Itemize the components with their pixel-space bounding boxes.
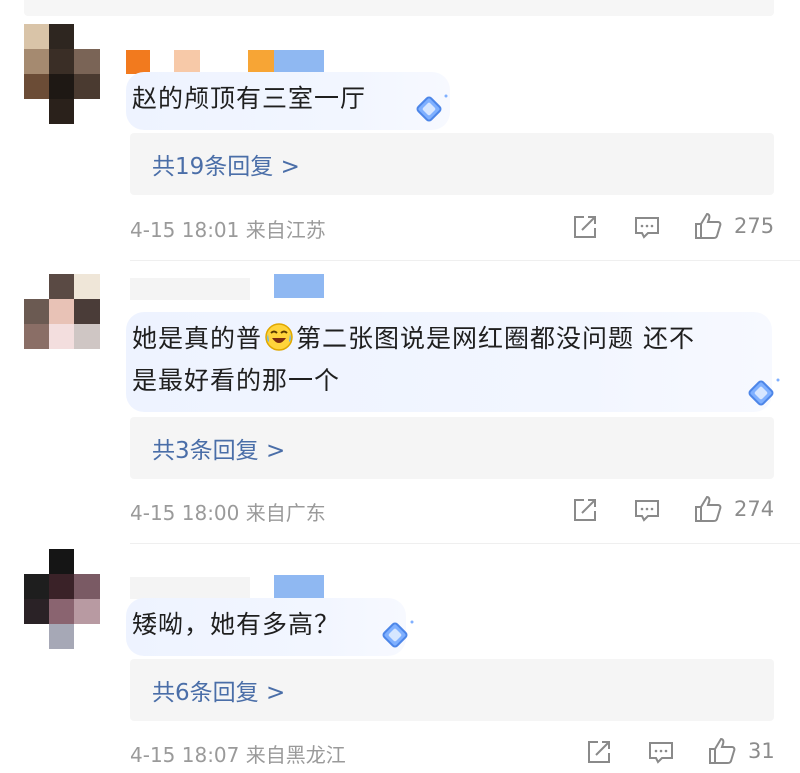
replies-label: 共6条回复 > — [152, 680, 286, 706]
comment-time-location: 4-15 18:01 来自江苏 — [130, 214, 326, 243]
laughing-crying-emoji — [265, 323, 293, 351]
comment-time-location: 4-15 18:07 来自黑龙江 — [130, 739, 346, 768]
diamond-badge-icon — [416, 94, 448, 122]
comment-time-location: 4-15 18:00 来自广东 — [130, 497, 326, 526]
like-count: 274 — [734, 497, 775, 521]
thumbs-up-icon[interactable] — [692, 210, 724, 242]
username-redacted[interactable] — [126, 50, 326, 74]
comment-time: 4-15 18:00 — [130, 501, 240, 525]
comment-meta: 4-15 18:01 来自江苏 275 — [130, 208, 774, 248]
replies-label: 共3条回复 > — [152, 438, 286, 464]
like-count: 31 — [748, 739, 775, 763]
comment-text: 矮呦，她有多高？ — [132, 610, 341, 639]
like-count: 275 — [734, 214, 775, 238]
comment-icon[interactable] — [646, 737, 676, 767]
comment-text: 赵的颅顶有三室一厅 — [132, 84, 367, 113]
comment-bubble: 她是真的普 第二张图说是网红圈都没问题 还不 是最好看的那一个 — [126, 312, 772, 412]
comment-bubble: 赵的颅顶有三室一厅 — [126, 72, 450, 130]
share-icon[interactable] — [570, 495, 600, 525]
comment-bubble: 矮呦，她有多高？ — [126, 598, 406, 656]
comment-text-line-2: 是最好看的那一个 — [132, 366, 341, 395]
comment-location: 来自黑龙江 — [245, 743, 346, 767]
diamond-badge-icon — [382, 620, 414, 648]
replies-link[interactable]: 共19条回复 > — [130, 133, 774, 195]
comment-text: 她是真的普 — [132, 324, 263, 353]
replies-label: 共19条回复 > — [152, 154, 300, 180]
avatar[interactable] — [24, 24, 100, 124]
comment-location: 来自广东 — [245, 501, 326, 525]
comment-icon[interactable] — [632, 495, 662, 525]
diamond-badge-icon — [748, 378, 780, 406]
comment-text: 第二张图说是网红圈都没问题 还不 — [296, 324, 695, 353]
share-icon[interactable] — [584, 737, 614, 767]
username-redacted[interactable] — [126, 575, 336, 599]
divider — [130, 260, 800, 261]
replies-link[interactable]: 共6条回复 > — [130, 659, 774, 721]
avatar[interactable] — [24, 274, 100, 374]
thumbs-up-icon[interactable] — [692, 493, 724, 525]
comment-time: 4-15 18:07 — [130, 743, 240, 767]
comment-text-line-1: 她是真的普 第二张图说是网红圈都没问题 还不 — [132, 318, 760, 360]
share-icon[interactable] — [570, 212, 600, 242]
comment-time: 4-15 18:01 — [130, 218, 240, 242]
avatar[interactable] — [24, 549, 100, 649]
divider — [130, 543, 800, 544]
replies-link[interactable]: 共3条回复 > — [130, 417, 774, 479]
comment-meta: 4-15 18:07 来自黑龙江 31 — [130, 733, 775, 773]
previous-comment-edge — [24, 0, 774, 16]
comment-location: 来自江苏 — [245, 218, 326, 242]
username-redacted[interactable] — [126, 274, 336, 300]
comment-icon[interactable] — [632, 212, 662, 242]
comment-meta: 4-15 18:00 来自广东 274 — [130, 491, 774, 531]
thumbs-up-icon[interactable] — [706, 735, 738, 767]
